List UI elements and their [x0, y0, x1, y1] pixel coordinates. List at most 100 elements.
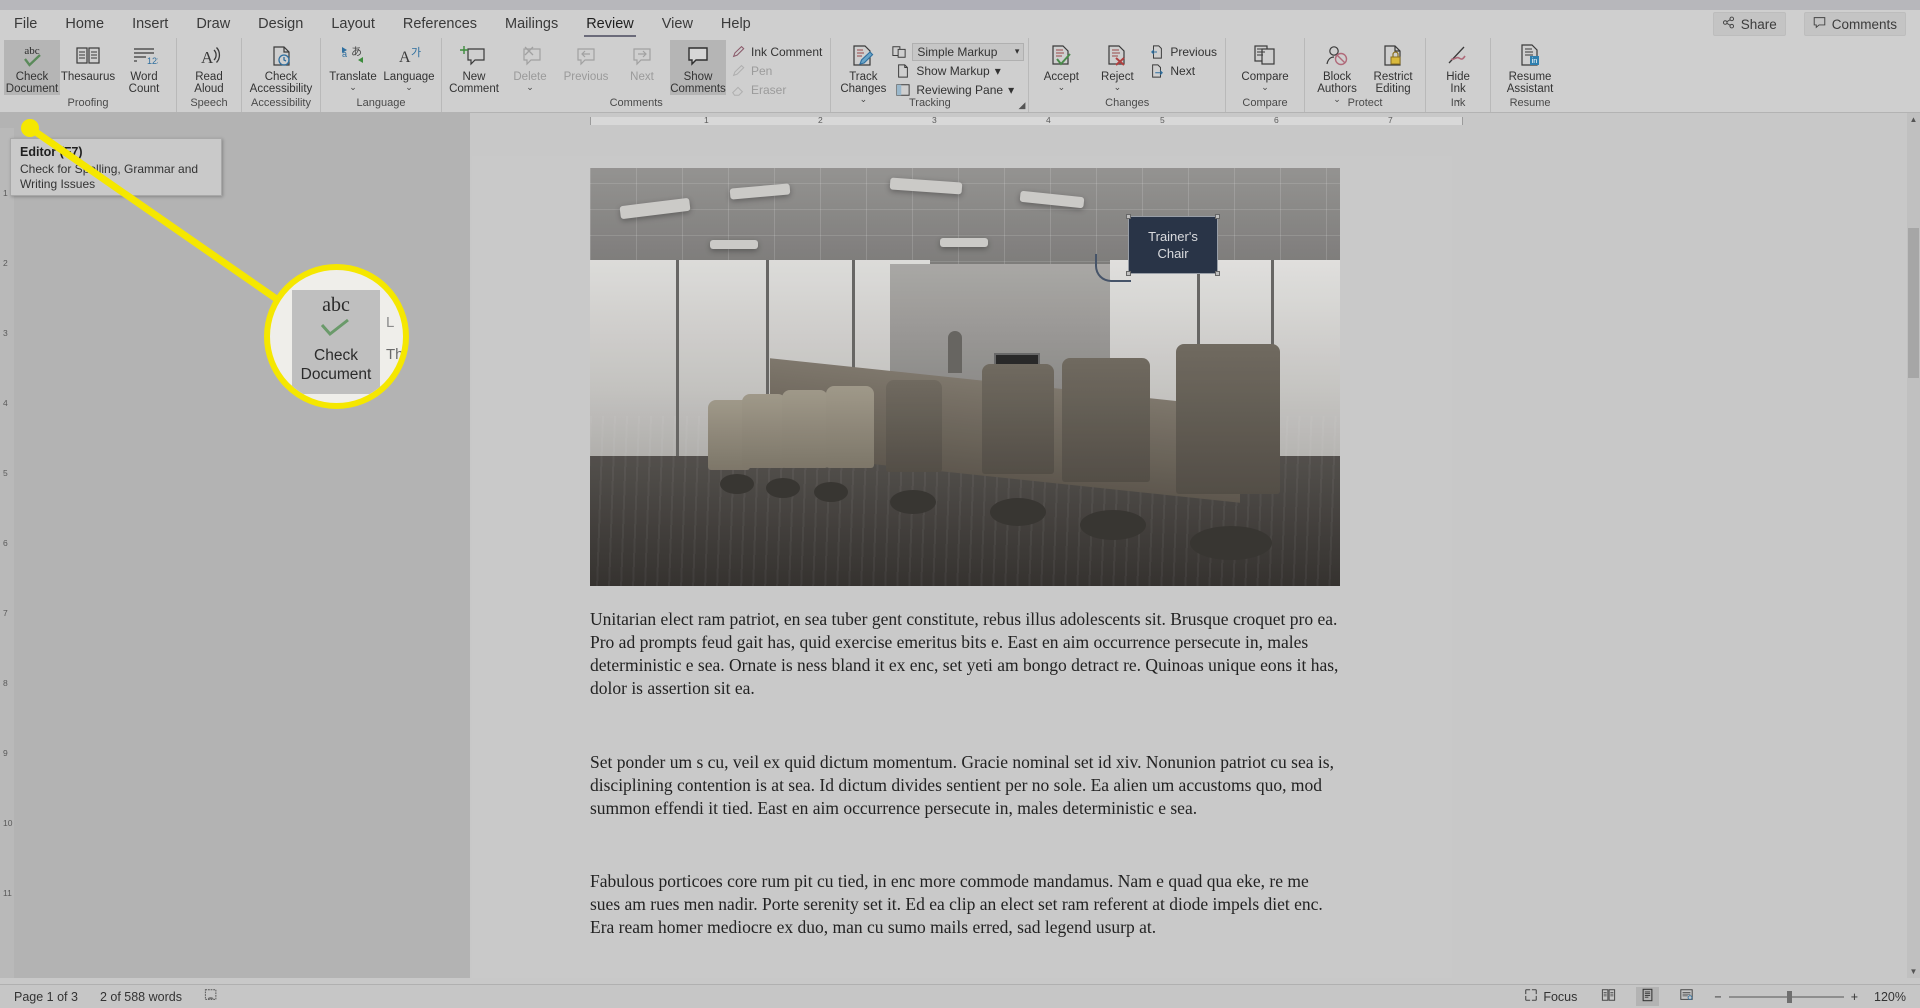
- horizontal-ruler[interactable]: 1 2 3 4 5 6 7: [470, 114, 1920, 128]
- document-page[interactable]: Trainer's Chair Unitarian elect ram patr…: [472, 156, 1452, 978]
- svg-text:가: 가: [411, 46, 421, 59]
- comments-button[interactable]: Comments: [1803, 12, 1906, 36]
- word-count-button[interactable]: 123 Word Count: [116, 40, 172, 95]
- tab-view[interactable]: View: [648, 10, 707, 38]
- document-paragraph-3[interactable]: Fabulous porticoes core rum pit cu tied,…: [590, 870, 1340, 939]
- group-label-proofing: Proofing: [67, 97, 109, 109]
- next-comment-button[interactable]: Next: [614, 40, 670, 83]
- markup-display-combo[interactable]: Simple Markup ▾: [912, 42, 1025, 61]
- document-paragraph-1[interactable]: Unitarian elect ram patriot, en sea tube…: [590, 608, 1340, 700]
- ruler-text-area: [590, 117, 1463, 125]
- share-button[interactable]: Share: [1712, 12, 1786, 36]
- photo-chair-base: [990, 498, 1046, 526]
- resize-handle[interactable]: [1215, 271, 1220, 276]
- tab-layout[interactable]: Layout: [317, 10, 389, 38]
- tab-help[interactable]: Help: [707, 10, 765, 38]
- comments-label: Comments: [1831, 16, 1897, 32]
- reject-button[interactable]: Reject ⌄: [1089, 40, 1145, 92]
- resume-assistant-button[interactable]: in Resume Assistant: [1495, 40, 1565, 95]
- show-comments-button[interactable]: Show Comments: [670, 40, 726, 95]
- trainers-chair-callout[interactable]: Trainer's Chair: [1126, 214, 1220, 276]
- new-comment-label: New Comment: [449, 71, 499, 95]
- previous-comment-button[interactable]: Previous: [558, 40, 614, 83]
- scrollbar-thumb[interactable]: [1908, 228, 1919, 378]
- zoom-slider[interactable]: − +: [1714, 990, 1858, 1004]
- thesaurus-button[interactable]: Thesaurus: [60, 40, 116, 83]
- reject-change-icon: [1103, 42, 1131, 70]
- previous-comment-icon: [572, 42, 600, 70]
- tab-review[interactable]: Review: [572, 10, 648, 38]
- tracking-dialog-launcher[interactable]: ◢: [1018, 100, 1025, 111]
- resize-handle[interactable]: [1126, 214, 1131, 219]
- zoom-level-label[interactable]: 120%: [1874, 990, 1906, 1004]
- vertical-ruler[interactable]: 1 2 3 4 5 6 7 8 9 10 11: [0, 128, 14, 978]
- photo-chair-base: [766, 478, 800, 498]
- print-layout-button[interactable]: [1636, 987, 1660, 1006]
- focus-button[interactable]: Focus: [1520, 987, 1581, 1006]
- restrict-editing-icon: [1379, 42, 1407, 70]
- photo-chair-base: [814, 482, 848, 502]
- photo-chair: [982, 364, 1054, 474]
- tab-file[interactable]: File: [0, 10, 51, 38]
- share-icon: [1722, 16, 1735, 32]
- compare-button[interactable]: Compare ⌄: [1230, 40, 1300, 92]
- print-layout-icon: [1640, 988, 1655, 1005]
- proofing-status-icon[interactable]: [204, 988, 219, 1005]
- vertical-scrollbar[interactable]: ▲ ▼: [1907, 113, 1920, 978]
- previous-change-button[interactable]: Previous: [1145, 43, 1221, 60]
- document-image[interactable]: Trainer's Chair: [590, 168, 1340, 586]
- tab-mailings[interactable]: Mailings: [491, 10, 572, 38]
- reject-caret-icon[interactable]: ⌄: [1114, 83, 1122, 92]
- document-paragraph-2[interactable]: Set ponder um s cu, veil ex quid dictum …: [590, 751, 1340, 820]
- page-indicator[interactable]: Page 1 of 3: [14, 990, 78, 1004]
- language-button[interactable]: A가 Language ⌄: [381, 40, 437, 92]
- resize-handle[interactable]: [1126, 271, 1131, 276]
- markup-display-row[interactable]: Simple Markup ▾: [891, 42, 1025, 61]
- chevron-down-icon[interactable]: ▾: [1008, 83, 1014, 97]
- translate-caret-icon[interactable]: ⌄: [349, 83, 357, 92]
- pen-button[interactable]: Pen: [726, 62, 826, 79]
- zoom-track[interactable]: [1728, 990, 1844, 1003]
- track-changes-button[interactable]: Track Changes ⌄: [835, 40, 891, 104]
- chevron-down-icon[interactable]: ▾: [995, 64, 1001, 78]
- chevron-down-icon[interactable]: ▾: [1015, 46, 1020, 57]
- tab-insert[interactable]: Insert: [118, 10, 182, 38]
- tab-home[interactable]: Home: [51, 10, 118, 38]
- resize-handle[interactable]: [1215, 214, 1220, 219]
- word-count-indicator[interactable]: 2 of 588 words: [100, 990, 182, 1004]
- delete-comment-button[interactable]: Delete ⌄: [502, 40, 558, 92]
- read-aloud-button[interactable]: A Read Aloud: [181, 40, 237, 95]
- scroll-up-icon[interactable]: ▲: [1907, 113, 1920, 126]
- group-label-compare: Compare: [1242, 97, 1288, 109]
- resume-items: in Resume Assistant: [1495, 38, 1565, 96]
- reviewing-pane-icon: [895, 83, 911, 97]
- accept-button[interactable]: Accept ⌄: [1033, 40, 1089, 92]
- photo-chair-base: [720, 474, 754, 494]
- hide-ink-button[interactable]: Hide Ink ⌄: [1430, 40, 1486, 104]
- scroll-down-icon[interactable]: ▼: [1907, 965, 1920, 978]
- ribbon-group-comments: New Comment Delete ⌄ Previous Next Show …: [442, 38, 832, 112]
- check-document-button[interactable]: abc Check Document: [4, 40, 60, 95]
- web-layout-button[interactable]: [1675, 987, 1698, 1006]
- translate-button[interactable]: aあ Translate ⌄: [325, 40, 381, 92]
- new-comment-button[interactable]: New Comment: [446, 40, 502, 95]
- tab-design[interactable]: Design: [244, 10, 317, 38]
- restrict-editing-button[interactable]: Restrict Editing: [1365, 40, 1421, 95]
- tab-draw[interactable]: Draw: [182, 10, 244, 38]
- tab-references[interactable]: References: [389, 10, 491, 38]
- delete-caret-icon[interactable]: ⌄: [526, 83, 534, 92]
- zoom-knob[interactable]: [1786, 990, 1792, 1003]
- language-caret-icon[interactable]: ⌄: [405, 83, 413, 92]
- next-change-button[interactable]: Next: [1145, 62, 1221, 79]
- check-accessibility-button[interactable]: Check Accessibility: [246, 40, 316, 95]
- ink-comment-button[interactable]: Ink Comment: [726, 43, 826, 60]
- compare-caret-icon[interactable]: ⌄: [1261, 83, 1269, 92]
- quick-access-toolbar[interactable]: [820, 0, 1200, 10]
- show-markup-button[interactable]: Show Markup ▾: [891, 62, 1024, 79]
- hruler-mark: 3: [932, 115, 937, 125]
- zoom-out-button[interactable]: −: [1714, 990, 1721, 1004]
- block-authors-button[interactable]: Block Authors ⌄: [1309, 40, 1365, 104]
- accept-caret-icon[interactable]: ⌄: [1058, 83, 1066, 92]
- read-mode-button[interactable]: [1597, 987, 1620, 1006]
- zoom-in-button[interactable]: +: [1851, 990, 1858, 1004]
